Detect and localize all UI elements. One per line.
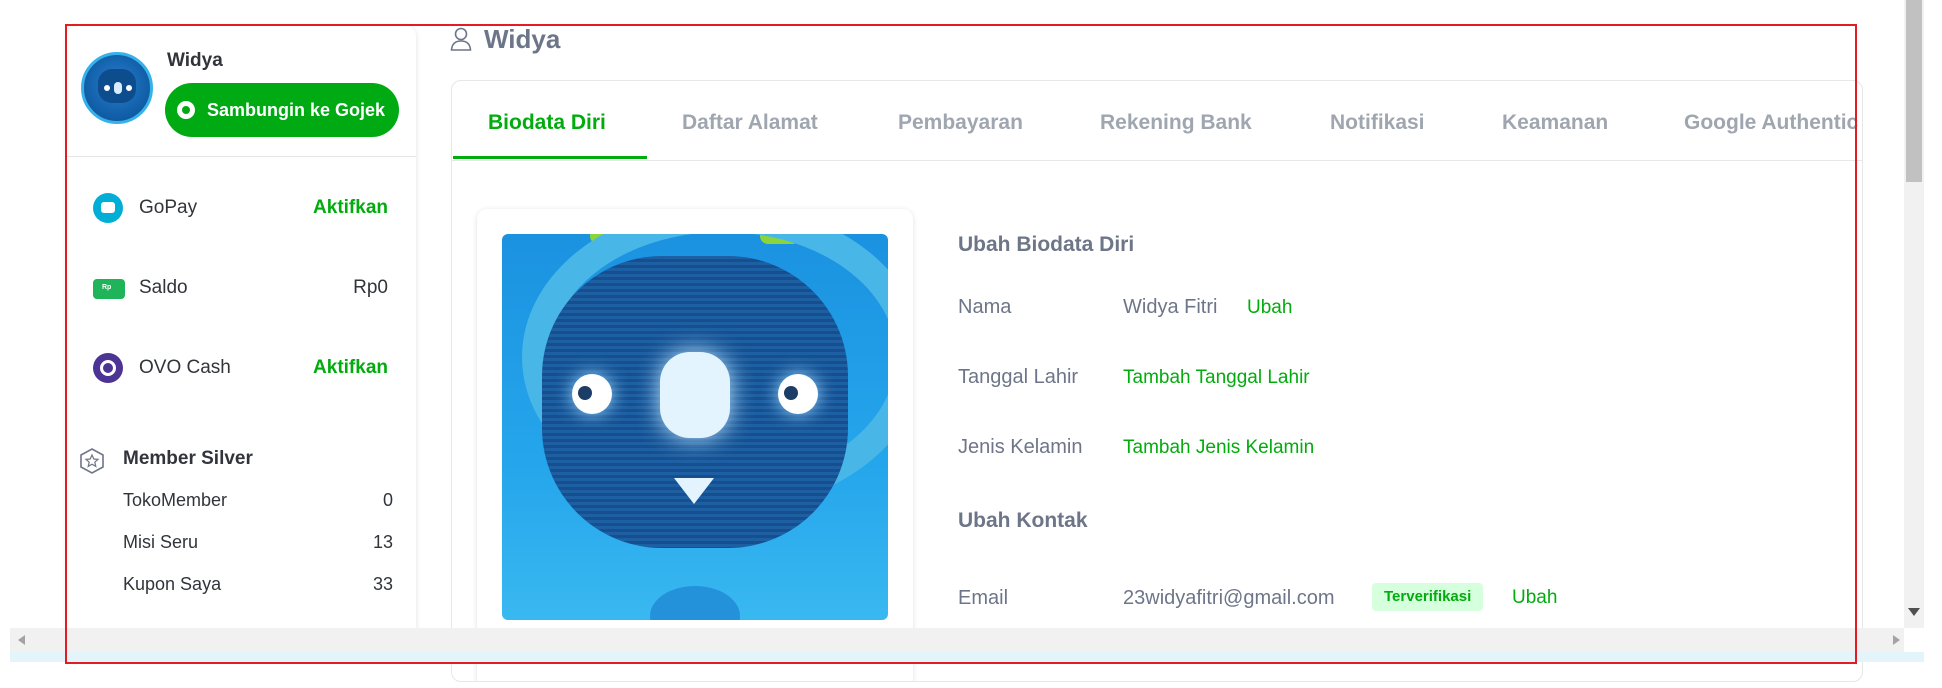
photo-chin [650, 586, 740, 620]
gojek-icon [177, 101, 195, 119]
ovo-icon [93, 353, 123, 383]
photo-eye-left [572, 374, 612, 414]
bottom-strip [10, 652, 1924, 662]
scroll-right-arrow-icon[interactable] [1893, 635, 1900, 645]
gopay-activate-link[interactable]: Aktifkan [313, 197, 388, 219]
avatar-eye-right [126, 85, 132, 91]
settings-tabs: Biodata Diri Daftar Alamat Pembayaran Re… [452, 81, 1862, 161]
wallet-row-saldo[interactable]: Saldo Rp0 [67, 268, 416, 308]
wallet-row-ovo[interactable]: OVO Cash Aktifkan [67, 348, 416, 388]
edit-name-link[interactable]: Ubah [1247, 297, 1292, 319]
field-value-email: 23widyafitri@gmail.com [1123, 587, 1335, 609]
profile-name: Widya [167, 50, 223, 71]
page-title: Widya [484, 24, 561, 54]
profile-header: Widya Sambungin ke Gojek [67, 26, 416, 157]
member-item-kupon-saya[interactable]: Kupon Saya 33 [123, 574, 393, 595]
kontak-section-title: Ubah Kontak [958, 509, 1088, 532]
member-badge-icon [80, 448, 104, 474]
scroll-down-arrow-icon[interactable] [1908, 608, 1920, 616]
wallet-label: OVO Cash [139, 357, 231, 378]
member-item-count: 33 [372, 574, 393, 594]
saldo-value: Rp0 [353, 277, 388, 298]
gopay-icon [93, 193, 123, 223]
member-item-tokomember[interactable]: TokoMember 0 [123, 490, 393, 511]
member-item-label: Misi Seru [123, 532, 199, 552]
member-item-label: TokoMember [123, 490, 228, 510]
biodata-section-title: Ubah Biodata Diri [958, 233, 1135, 256]
edit-email-link[interactable]: Ubah [1512, 587, 1557, 609]
tab-rekening-bank[interactable]: Rekening Bank [1100, 111, 1252, 135]
add-birthdate-link[interactable]: Tambah Tanggal Lahir [1123, 367, 1310, 389]
avatar[interactable] [81, 52, 153, 124]
field-label-nama: Nama [958, 296, 1012, 318]
member-tier-title[interactable]: Member Silver [123, 448, 253, 470]
add-gender-link[interactable]: Tambah Jenis Kelamin [1123, 437, 1314, 459]
field-label-jenis-kelamin: Jenis Kelamin [958, 436, 1083, 458]
user-icon [450, 27, 472, 51]
member-item-count: 13 [372, 532, 393, 552]
tab-notifikasi[interactable]: Notifikasi [1330, 111, 1425, 135]
photo-eye-right [778, 374, 818, 414]
wallet-label: GoPay [139, 197, 198, 218]
photo-mouth [674, 478, 714, 504]
wallet-row-gopay[interactable]: GoPay Aktifkan [67, 188, 416, 228]
tab-keamanan[interactable]: Keamanan [1502, 111, 1608, 135]
member-item-label: Kupon Saya [123, 574, 222, 594]
connect-gojek-label: Sambungin ke Gojek [206, 100, 386, 120]
tab-google-authenticator[interactable]: Google Authentic [1684, 111, 1858, 135]
member-item-count: 0 [382, 490, 393, 510]
photo-nose [660, 352, 730, 438]
connect-gojek-button[interactable]: Sambungin ke Gojek [165, 83, 399, 137]
horizontal-scrollbar[interactable] [10, 628, 1904, 652]
tab-pembayaran[interactable]: Pembayaran [898, 111, 1023, 135]
avatar-nose [114, 82, 122, 94]
email-verified-badge: Terverifikasi [1372, 583, 1484, 611]
member-item-misi-seru[interactable]: Misi Seru 13 [123, 532, 393, 553]
profile-settings-card: Biodata Diri Daftar Alamat Pembayaran Re… [451, 80, 1863, 682]
scroll-left-arrow-icon[interactable] [18, 635, 25, 645]
field-label-tanggal-lahir: Tanggal Lahir [958, 366, 1079, 388]
field-value-nama: Widya Fitri [1123, 296, 1218, 318]
field-label-email: Email [958, 587, 1009, 609]
tab-daftar-alamat[interactable]: Daftar Alamat [682, 111, 818, 135]
vertical-scroll-thumb[interactable] [1906, 0, 1922, 182]
ovo-activate-link[interactable]: Aktifkan [313, 357, 388, 379]
profile-photo-card [477, 209, 913, 681]
saldo-icon [93, 279, 125, 299]
avatar-eye-left [104, 85, 110, 91]
profile-photo[interactable] [502, 234, 888, 620]
active-tab-indicator [453, 156, 647, 159]
wallet-label: Saldo [139, 277, 188, 298]
tab-biodata-diri[interactable]: Biodata Diri [488, 111, 606, 135]
